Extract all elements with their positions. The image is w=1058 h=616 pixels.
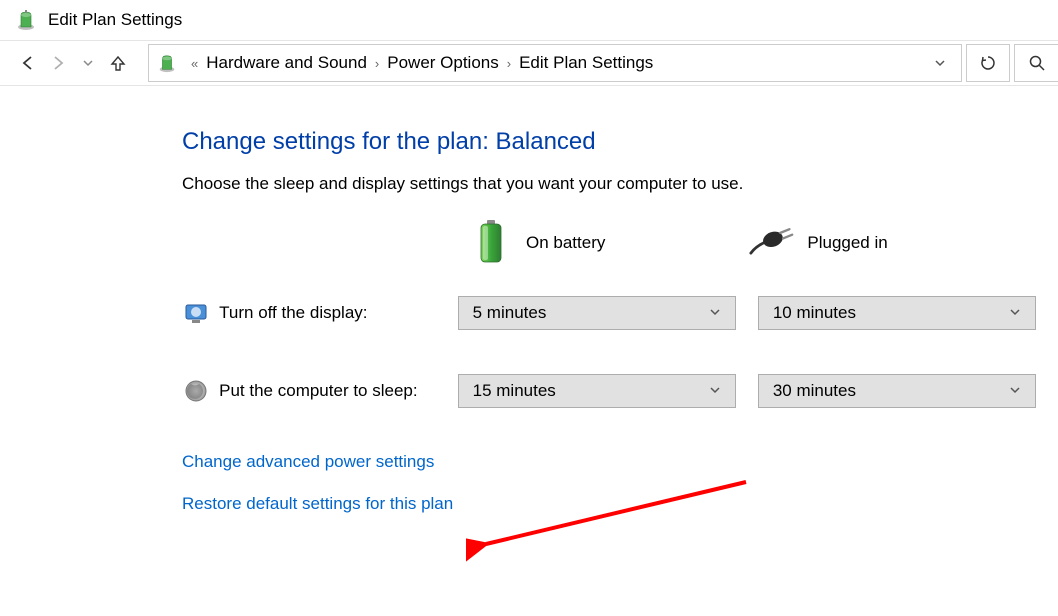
address-bar[interactable]: « Hardware and Sound › Power Options › E…	[148, 44, 962, 82]
chevron-down-icon	[1009, 303, 1021, 323]
display-battery-dropdown[interactable]: 5 minutes	[458, 296, 736, 330]
display-icon	[182, 299, 209, 327]
advanced-settings-link[interactable]: Change advanced power settings	[182, 452, 1058, 472]
display-timeout-label: Turn off the display:	[219, 303, 457, 323]
chevron-down-icon	[709, 381, 721, 401]
power-plan-icon	[14, 8, 38, 32]
up-button[interactable]	[104, 49, 132, 77]
sleep-battery-dropdown[interactable]: 15 minutes	[458, 374, 736, 408]
refresh-button[interactable]	[966, 44, 1010, 82]
recent-dropdown[interactable]	[74, 49, 102, 77]
columns-header: On battery Plugged in	[468, 220, 1058, 266]
title-bar: Edit Plan Settings	[0, 0, 1058, 40]
back-button[interactable]	[14, 49, 42, 77]
chevron-left-icon[interactable]: «	[191, 56, 198, 71]
display-plugged-dropdown[interactable]: 10 minutes	[758, 296, 1036, 330]
battery-icon	[468, 220, 514, 266]
plugged-in-label: Plugged in	[807, 233, 887, 253]
sleep-icon	[182, 377, 209, 405]
forward-button[interactable]	[44, 49, 72, 77]
page-subtext: Choose the sleep and display settings th…	[182, 174, 1058, 194]
window-title: Edit Plan Settings	[48, 10, 182, 30]
sleep-plugged-dropdown[interactable]: 30 minutes	[758, 374, 1036, 408]
sleep-timeout-row: Put the computer to sleep: 15 minutes 30…	[182, 374, 1058, 408]
search-button[interactable]	[1014, 44, 1058, 82]
display-battery-value: 5 minutes	[473, 303, 547, 323]
toolbar: « Hardware and Sound › Power Options › E…	[0, 40, 1058, 86]
page-heading: Change settings for the plan: Balanced	[182, 128, 1058, 156]
chevron-right-icon[interactable]: ›	[507, 56, 511, 71]
power-options-icon	[155, 51, 179, 75]
display-plugged-value: 10 minutes	[773, 303, 856, 323]
chevron-down-icon	[709, 303, 721, 323]
chevron-down-icon	[1009, 381, 1021, 401]
display-timeout-row: Turn off the display: 5 minutes 10 minut…	[182, 296, 1058, 330]
address-dropdown[interactable]	[925, 57, 955, 69]
chevron-right-icon[interactable]: ›	[375, 56, 379, 71]
sleep-timeout-label: Put the computer to sleep:	[219, 381, 457, 401]
sleep-battery-value: 15 minutes	[473, 381, 556, 401]
restore-defaults-link[interactable]: Restore default settings for this plan	[182, 494, 1058, 514]
content-area: Change settings for the plan: Balanced C…	[0, 86, 1058, 514]
plug-icon	[749, 220, 795, 266]
sleep-plugged-value: 30 minutes	[773, 381, 856, 401]
breadcrumb-power-options[interactable]: Power Options	[387, 53, 499, 73]
breadcrumb-hardware[interactable]: Hardware and Sound	[206, 53, 367, 73]
breadcrumb-edit-plan[interactable]: Edit Plan Settings	[519, 53, 653, 73]
on-battery-label: On battery	[526, 233, 605, 253]
